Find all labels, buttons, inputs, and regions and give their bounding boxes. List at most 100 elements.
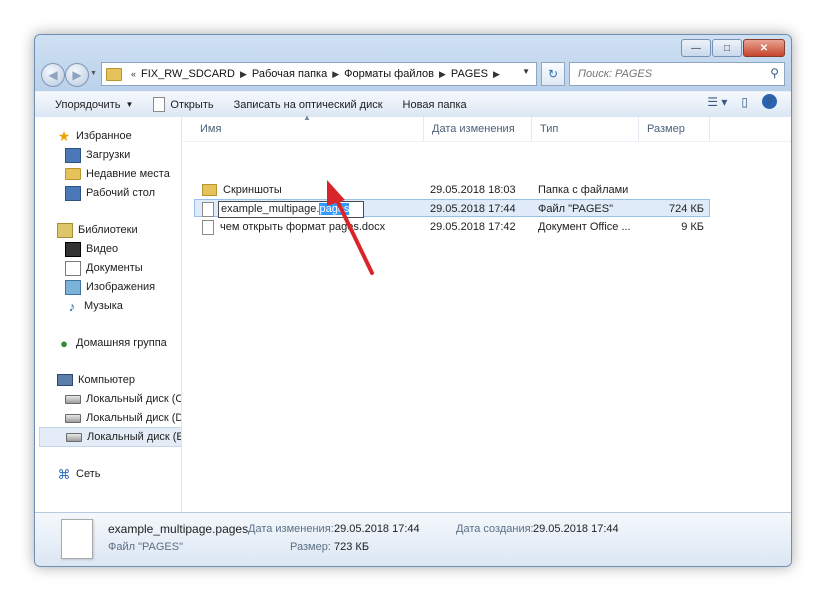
sidebar-item-libraries[interactable]: Библиотеки xyxy=(57,221,138,239)
sidebar-label: Недавние места xyxy=(86,168,170,180)
breadcrumb-separator-icon[interactable]: ▶ xyxy=(332,69,339,80)
downloads-icon xyxy=(65,147,81,163)
file-row-pages[interactable]: example_multipage. pages 29.05.2018 17:44… xyxy=(194,199,710,218)
search-input[interactable] xyxy=(576,67,760,81)
details-size-label: Размер: xyxy=(290,541,331,553)
maximize-button[interactable]: □ xyxy=(712,39,742,57)
breadcrumb-pages[interactable]: PAGES xyxy=(451,68,488,80)
address-dropdown-icon[interactable]: ▼ xyxy=(522,67,530,76)
breadcrumb-fix-rw-sdcard[interactable]: FIX_RW_SDCARD xyxy=(141,68,235,80)
sidebar-label: Загрузки xyxy=(86,149,131,161)
sidebar-item-disk-d[interactable]: Локальный диск (D xyxy=(65,409,182,427)
view-options-icon[interactable]: ☰ ▾ xyxy=(707,95,727,109)
sidebar-item-images[interactable]: Изображения xyxy=(65,278,155,296)
rename-selected-extension: pages xyxy=(319,203,350,215)
file-icon xyxy=(202,201,214,217)
breadcrumb-separator-icon[interactable]: ▶ xyxy=(439,69,446,80)
column-label: Тип xyxy=(540,123,559,135)
chevron-down-icon: ▼ xyxy=(125,100,134,109)
forward-button[interactable]: ▶ xyxy=(65,63,89,87)
recent-pages-dropdown-icon[interactable]: ▼ xyxy=(90,70,97,77)
sidebar-item-homegroup[interactable]: ● Домашняя группа xyxy=(57,334,167,352)
close-button[interactable]: ✕ xyxy=(743,39,785,57)
sidebar-label: Домашняя группа xyxy=(76,337,167,349)
back-button[interactable]: ◀ xyxy=(41,63,65,87)
sidebar-item-desktop[interactable]: Рабочий стол xyxy=(65,184,155,202)
column-label: Дата изменения xyxy=(432,123,515,135)
minimize-button[interactable]: — xyxy=(681,39,711,57)
drive-icon xyxy=(66,432,82,442)
rename-base-text: example_multipage. xyxy=(221,203,320,215)
sidebar-item-favorites[interactable]: ★ Избранное xyxy=(57,127,132,145)
breadcrumb-separator-icon[interactable]: ▶ xyxy=(493,69,500,80)
breadcrumb-file-formats[interactable]: Форматы файлов xyxy=(344,68,434,80)
file-date: 29.05.2018 17:42 xyxy=(430,221,516,233)
sidebar-label: Избранное xyxy=(76,130,132,142)
organize-button[interactable]: Упорядочить ▼ xyxy=(35,94,143,116)
sidebar-item-documents[interactable]: Документы xyxy=(65,259,143,277)
column-label: Имя xyxy=(200,123,222,135)
file-size: 724 КБ xyxy=(668,203,704,215)
view-controls: ☰ ▾ ▯ ? xyxy=(693,94,777,109)
command-bar: Упорядочить ▼ Открыть Записать на оптиче… xyxy=(35,91,791,118)
sidebar-label: Музыка xyxy=(84,300,123,312)
sidebar-item-disk-c[interactable]: Локальный диск (C xyxy=(65,390,181,408)
sidebar-item-computer[interactable]: Компьютер xyxy=(57,371,135,389)
preview-pane-icon[interactable]: ▯ xyxy=(741,95,748,109)
sidebar-item-music[interactable]: ♪ Музыка xyxy=(65,297,123,315)
drive-icon xyxy=(65,413,81,423)
details-created-value: 29.05.2018 17:44 xyxy=(533,523,619,535)
folder-icon xyxy=(202,184,217,196)
file-name-cell: чем открыть формат pages.docx xyxy=(202,218,428,236)
file-list[interactable]: ▲ Имя Дата изменения Тип Размер Скриншот… xyxy=(182,113,791,512)
file-row-docx[interactable]: чем открыть формат pages.docx 29.05.2018… xyxy=(194,218,710,236)
file-date: 29.05.2018 18:03 xyxy=(430,184,516,196)
music-icon: ♪ xyxy=(68,298,76,314)
sidebar-item-video[interactable]: Видео xyxy=(65,240,118,258)
help-icon[interactable]: ? xyxy=(762,94,777,109)
column-header-date[interactable]: Дата изменения xyxy=(424,117,532,141)
sidebar-label: Изображения xyxy=(86,281,156,293)
video-icon xyxy=(65,241,81,257)
breadcrumb-overflow-icon[interactable]: « xyxy=(131,69,136,79)
forward-arrow-icon: ▶ xyxy=(72,68,82,82)
recent-places-icon xyxy=(65,168,81,180)
images-icon xyxy=(65,279,81,295)
sidebar-label: Документы xyxy=(86,262,143,274)
sidebar-label: Локальный диск (D xyxy=(86,412,182,424)
sidebar-label: Локальный диск (E: xyxy=(87,431,182,443)
new-folder-button[interactable]: Новая папка xyxy=(393,94,477,116)
sidebar-item-recent[interactable]: Недавние места xyxy=(65,165,170,183)
open-button[interactable]: Открыть xyxy=(143,94,223,116)
sidebar-item-network[interactable]: ⌘ Сеть xyxy=(57,465,101,483)
sidebar-label: Видео xyxy=(86,243,119,255)
rename-input[interactable]: example_multipage. pages xyxy=(218,200,364,218)
search-box[interactable]: ⚲ xyxy=(569,62,785,86)
column-header-size[interactable]: Размер xyxy=(639,117,710,141)
breadcrumb-work-folder[interactable]: Рабочая папка xyxy=(252,68,327,80)
search-icon[interactable]: ⚲ xyxy=(770,66,779,80)
navigation-pane[interactable]: ★ Избранное Загрузки Недавние места Рабо… xyxy=(35,117,182,512)
sidebar-item-downloads[interactable]: Загрузки xyxy=(65,146,130,164)
column-label: Размер xyxy=(647,123,685,135)
file-row-folder[interactable]: Скриншоты 29.05.2018 18:03 Папка с файла… xyxy=(194,181,710,199)
caption-buttons: — □ ✕ xyxy=(680,39,785,57)
file-size: 9 КБ xyxy=(681,221,704,233)
refresh-button[interactable]: ↻ xyxy=(541,62,565,86)
column-header-type[interactable]: Тип xyxy=(532,117,639,141)
details-modified-value: 29.05.2018 17:44 xyxy=(334,523,420,535)
breadcrumb-separator-icon[interactable]: ▶ xyxy=(240,69,247,80)
sidebar-item-disk-e[interactable]: Локальный диск (E: xyxy=(39,427,182,447)
details-created-label: Дата создания: xyxy=(456,523,534,535)
documents-icon xyxy=(65,260,81,276)
address-bar[interactable]: « FIX_RW_SDCARD ▶ Рабочая папка ▶ Формат… xyxy=(101,62,537,86)
word-document-icon xyxy=(202,219,214,235)
file-date: 29.05.2018 17:44 xyxy=(430,203,516,215)
navigation-bar: ◀ ▶ ▼ « FIX_RW_SDCARD ▶ Рабочая папка ▶ … xyxy=(41,62,785,87)
column-header-name[interactable]: Имя xyxy=(192,117,424,141)
sidebar-label: Сеть xyxy=(76,468,101,480)
network-icon: ⌘ xyxy=(57,466,71,482)
document-icon xyxy=(153,97,166,112)
large-file-icon xyxy=(61,519,93,559)
details-pane: example_multipage.pages Файл "PAGES" Дат… xyxy=(35,512,791,566)
